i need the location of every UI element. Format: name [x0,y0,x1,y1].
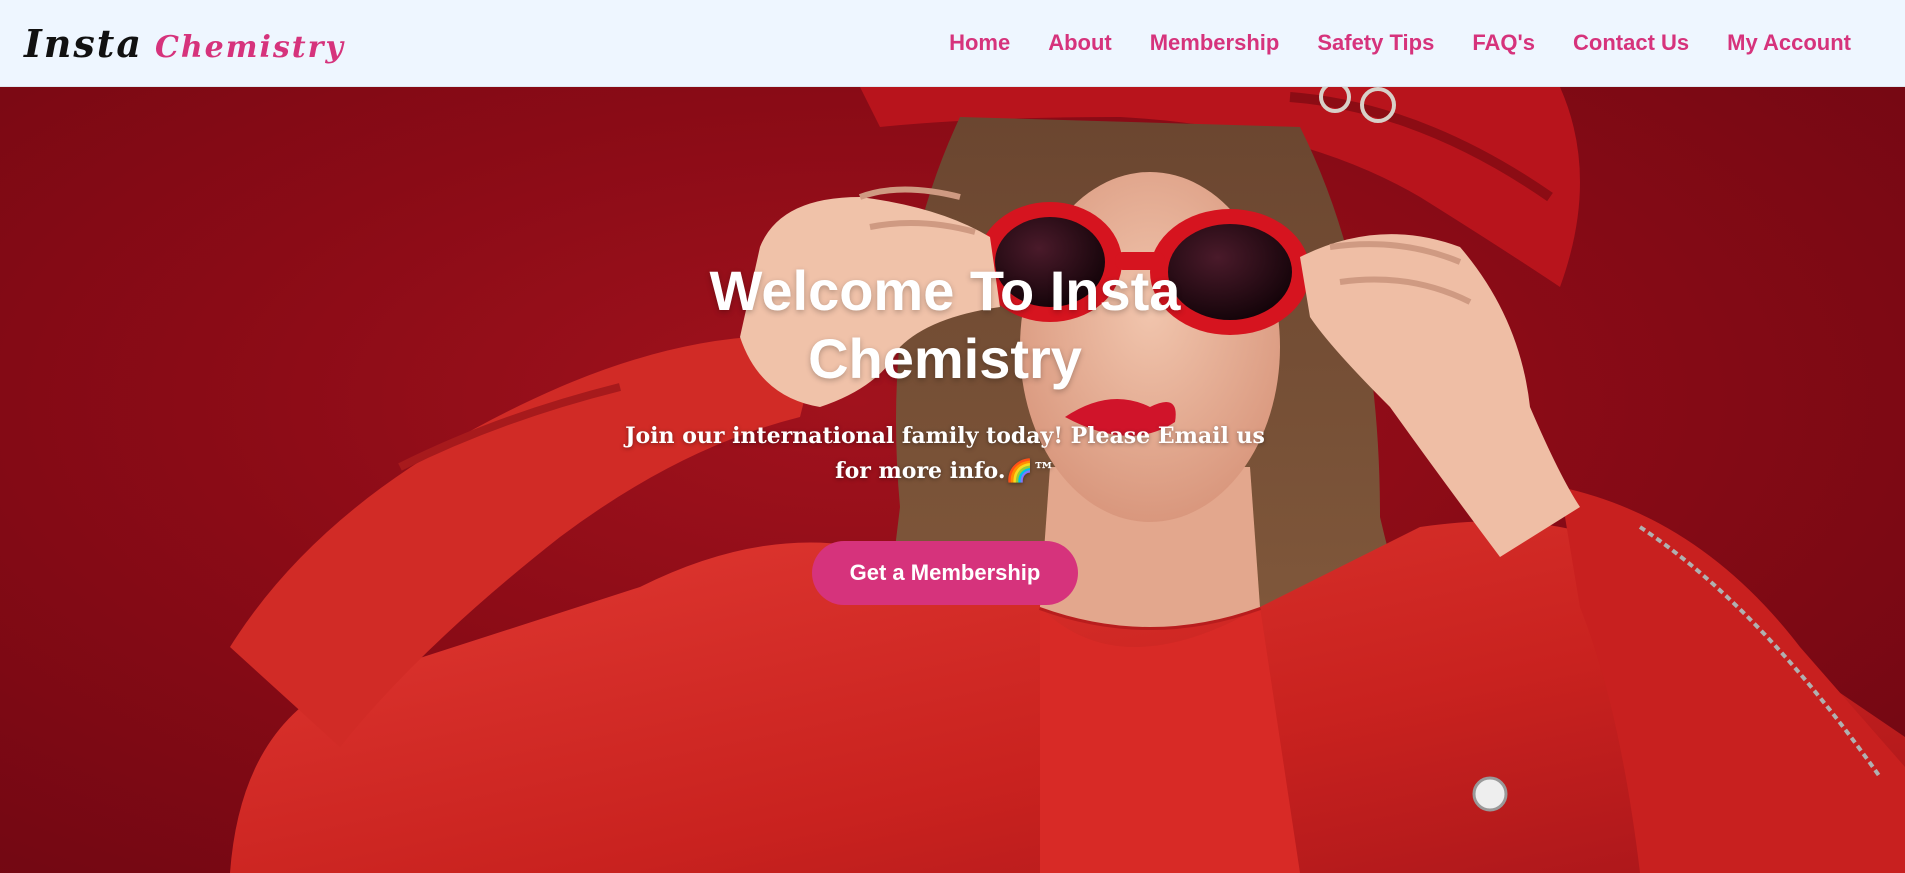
logo-text-chemistry: Chemistry [154,29,345,65]
nav-link-contact-us[interactable]: Contact Us [1573,30,1689,56]
site-logo[interactable]: Insta Chemistry [24,21,345,66]
hero-title: Welcome To Insta Chemistry [709,259,1181,390]
nav-link-about[interactable]: About [1048,30,1112,56]
nav-link-my-account[interactable]: My Account [1727,30,1851,56]
hero-subtitle: Join our international family today! Ple… [625,423,1265,484]
nav-link-membership[interactable]: Membership [1150,30,1280,56]
hero-content: Welcome To Insta Chemistry Join our inte… [620,257,1270,605]
nav-link-safety-tips[interactable]: Safety Tips [1317,30,1434,56]
nav-link-home[interactable]: Home [949,30,1010,56]
logo-text-insta: Insta [24,20,143,66]
top-navbar: Insta Chemistry Home About Membership Sa… [0,0,1905,87]
get-membership-button[interactable]: Get a Membership [811,541,1079,605]
nav-link-faqs[interactable]: FAQ's [1472,30,1535,56]
main-nav: Home About Membership Safety Tips FAQ's … [949,30,1851,56]
hero-section: Welcome To Insta Chemistry Join our inte… [0,87,1905,873]
